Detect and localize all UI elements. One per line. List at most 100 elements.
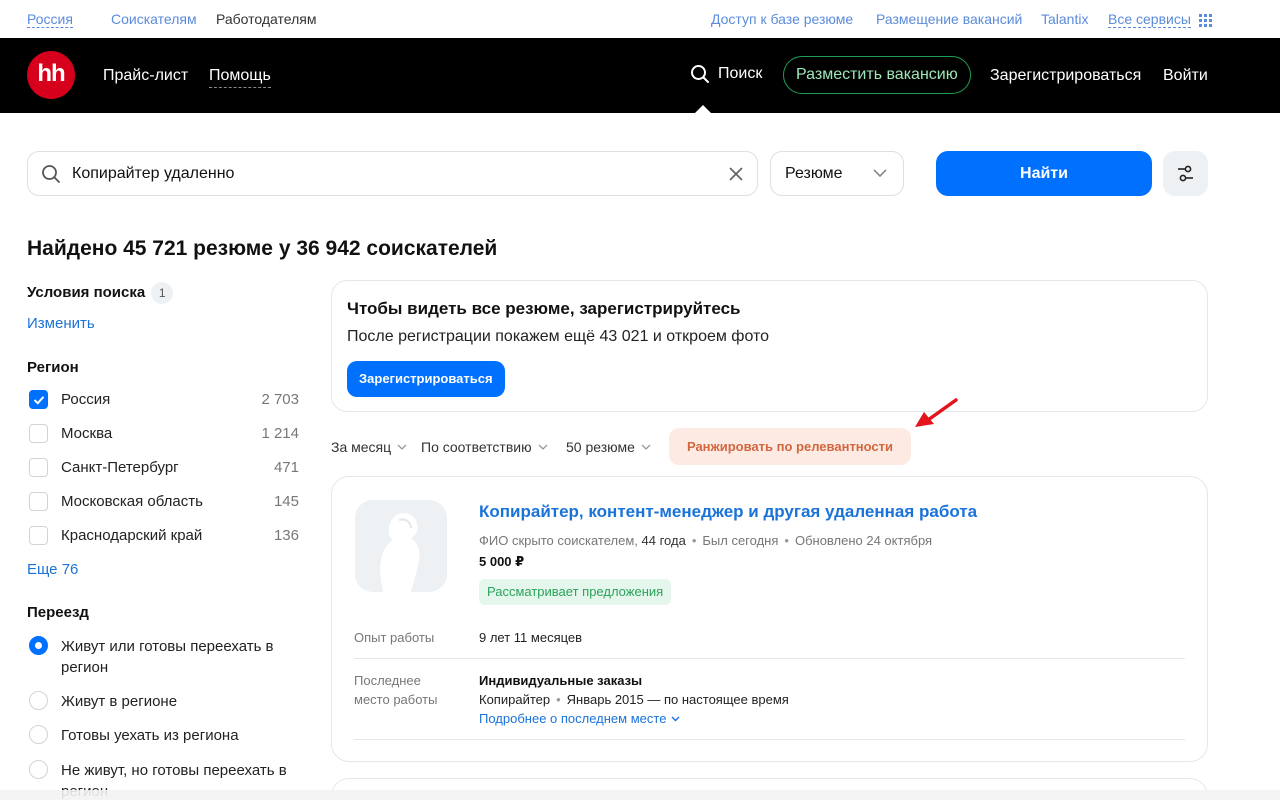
region-option[interactable]: Москва 1 214 — [27, 423, 299, 445]
search-icon — [42, 165, 60, 183]
region-name: Московская область — [61, 493, 203, 510]
user-silhouette-icon — [355, 500, 447, 592]
last-job-label: Последнее место работы — [354, 671, 437, 709]
last-position: Копирайтер — [479, 692, 551, 707]
hh-logo[interactable]: hh — [27, 51, 75, 99]
chevron-down-icon — [873, 169, 887, 178]
chevron-down-icon — [397, 444, 407, 450]
order-dropdown[interactable]: По соответствию — [421, 439, 548, 455]
search-input[interactable]: Копирайтер удаленно — [27, 151, 758, 196]
filter-icon — [1178, 165, 1193, 182]
per-page-dropdown[interactable]: 50 резюме — [566, 439, 651, 455]
search-type-select[interactable]: Резюме — [770, 151, 904, 196]
hidden-name-text: ФИО скрыто соискателем, — [479, 533, 638, 548]
divider — [354, 739, 1185, 740]
radio-button[interactable] — [29, 636, 48, 655]
radio-button[interactable] — [29, 760, 48, 779]
top-bar: Россия Соискателям Работодателям Доступ … — [0, 0, 1280, 38]
help-link[interactable]: Помощь — [209, 67, 271, 88]
check-icon — [33, 396, 45, 405]
region-count: 136 — [273, 527, 299, 544]
relocation-heading: Переезд — [27, 604, 89, 621]
find-button[interactable]: Найти — [936, 151, 1152, 196]
radio-button[interactable] — [29, 725, 48, 744]
experience-value: 9 лет 11 месяцев — [479, 630, 583, 645]
period-dropdown[interactable]: За месяц — [331, 439, 407, 455]
register-prompt-title: Чтобы видеть все резюме, зарегистрируйте… — [347, 299, 741, 318]
region-name: Москва — [61, 425, 113, 442]
rank-relevance-button[interactable]: Ранжировать по релевантности — [669, 428, 911, 465]
last-job-details: Копирайтер • Январь 2015 — по настоящее вр… — [479, 692, 789, 707]
avatar — [355, 500, 447, 592]
register-prompt-card: Чтобы видеть все резюме, зарегистрируйте… — [331, 280, 1208, 412]
search-nav-link[interactable]: Поиск — [690, 64, 762, 84]
main-header: hh Прайс-лист Помощь Поиск Разместить ва… — [0, 38, 1280, 113]
order-value: По соответствию — [421, 439, 532, 455]
relocation-option[interactable]: Живут или готовы переехать в регион — [27, 635, 289, 678]
resume-meta: ФИО скрыто соискателем, 44 года • Был сего… — [479, 533, 933, 548]
period-value: За месяц — [331, 439, 392, 455]
post-vacancy-button[interactable]: Разместить вакансию — [783, 56, 971, 94]
checkbox[interactable] — [29, 424, 48, 443]
resume-title-link[interactable]: Копирайтер, контент-менеджер и другая уд… — [479, 502, 977, 522]
register-prompt-desc: После регистрации покажем ещё 43 021 и о… — [347, 328, 770, 345]
relocation-label: Живут или готовы переехать в регион — [61, 638, 274, 676]
region-option[interactable]: Московская область 145 — [27, 491, 299, 513]
search-type-value: Резюме — [785, 165, 843, 182]
last-seen-text: Был сегодня — [702, 533, 779, 548]
all-services-label[interactable]: Все сервисы — [1108, 11, 1191, 28]
last-period: Январь 2015 — по настоящее время — [566, 692, 789, 707]
search-conditions-header: Условия поиска 1 — [27, 282, 174, 304]
region-option[interactable]: Россия 2 703 — [27, 389, 299, 411]
region-option[interactable]: Краснодарский край 136 — [27, 525, 299, 547]
region-count: 471 — [273, 459, 299, 476]
checkbox[interactable] — [29, 390, 48, 409]
clear-icon[interactable] — [727, 165, 745, 183]
change-conditions-link[interactable]: Изменить — [27, 315, 95, 332]
per-page-value: 50 резюме — [566, 439, 635, 455]
region-count: 145 — [273, 493, 299, 510]
more-regions-link[interactable]: Еще 76 — [27, 561, 78, 578]
active-caret — [695, 105, 711, 113]
relocation-option[interactable]: Живут в регионе — [27, 690, 299, 712]
price-list-link[interactable]: Прайс-лист — [103, 67, 188, 85]
status-badge: Рассматривает предложения — [479, 579, 672, 605]
checkbox[interactable] — [29, 492, 48, 511]
chevron-down-icon — [671, 716, 680, 721]
register-button[interactable]: Зарегистрироваться — [347, 361, 505, 397]
checkbox[interactable] — [29, 526, 48, 545]
region-count: 2 703 — [261, 391, 299, 408]
relocation-label: Живут в регионе — [61, 693, 178, 710]
last-job-more-link[interactable]: Подробнее о последнем месте — [479, 711, 680, 726]
age-text: 44 года — [641, 533, 686, 548]
search-query[interactable]: Копирайтер удаленно — [72, 165, 234, 183]
seekers-link[interactable]: Соискателям — [111, 11, 197, 27]
divider — [354, 658, 1185, 659]
employers-link[interactable]: Работодателям — [216, 11, 317, 27]
talantix-link[interactable]: Talantix — [1041, 11, 1088, 27]
region-count: 1 214 — [261, 425, 299, 442]
region-option[interactable]: Санкт-Петербург 471 — [27, 457, 299, 479]
last-job-label-line1: Последнее — [354, 673, 421, 688]
grid-icon — [1198, 13, 1212, 27]
experience-label: Опыт работы — [354, 630, 435, 645]
updated-text: Обновлено 24 октября — [794, 533, 933, 548]
resume-card[interactable]: Копирайтер, контент-менеджер и другая уд… — [331, 476, 1208, 762]
radio-button[interactable] — [29, 691, 48, 710]
search-nav-label: Поиск — [718, 65, 763, 82]
vacancy-post-link[interactable]: Размещение вакансий — [876, 11, 1022, 27]
region-link[interactable]: Россия — [27, 11, 73, 28]
region-name: Россия — [61, 391, 111, 408]
results-title: Найдено 45 721 резюме у 36 942 соискател… — [27, 237, 498, 260]
register-link[interactable]: Зарегистрироваться — [990, 67, 1141, 85]
all-services-link[interactable]: Все сервисы — [1108, 11, 1212, 28]
conditions-label: Условия поиска — [27, 284, 146, 302]
checkbox[interactable] — [29, 458, 48, 477]
relocation-label: Готовы уехать из региона — [61, 727, 239, 744]
relocation-option[interactable]: Готовы уехать из региона — [27, 724, 299, 746]
salary-text: 5 000 ₽ — [479, 554, 525, 569]
region-heading: Регион — [27, 359, 79, 376]
login-link[interactable]: Войти — [1163, 67, 1208, 85]
db-access-link[interactable]: Доступ к базе резюме — [711, 11, 853, 27]
advanced-filter-button[interactable] — [1163, 151, 1208, 196]
